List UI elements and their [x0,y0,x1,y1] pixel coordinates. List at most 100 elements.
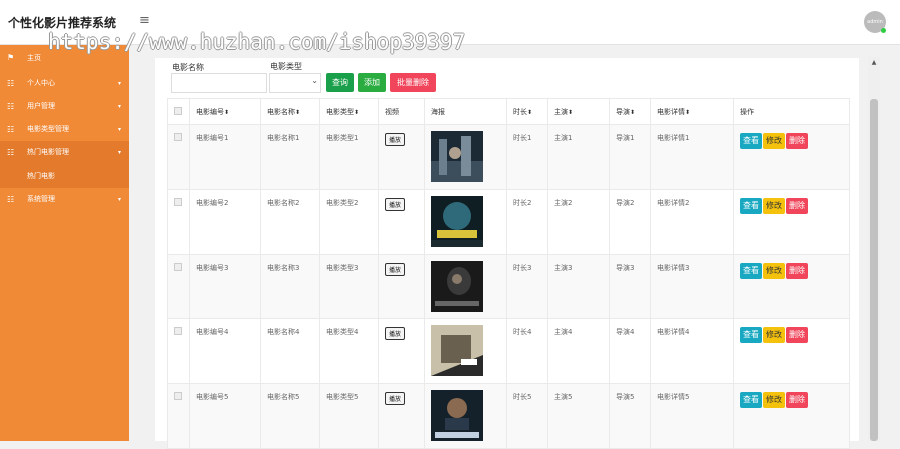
view-button[interactable]: 查看 [740,392,762,409]
chevron-down-icon: ▾ [117,126,121,133]
sidebar-item-system[interactable]: ☷ 系统管理 ▾ [0,188,129,211]
row-checkbox[interactable] [174,262,182,271]
table-row: 电影编号2 电影名称2 电影类型2 播放 时长2 主演2 导演2 电影详情2 查… [167,188,850,255]
scroll-up-arrow-icon[interactable]: ▲ [868,59,880,66]
sort-icon: ⬍ [568,108,574,116]
sidebar-item-home[interactable]: ⚑ 主页 [0,48,129,68]
menu-toggle-icon[interactable]: ≡ [139,13,150,28]
view-button[interactable]: 查看 [740,133,762,149]
chevron-down-icon: ⌄ [311,76,318,85]
top-bar: 个性化影片推荐系统 ≡ admin [0,0,900,45]
table-row: 电影编号4 电影名称4 电影类型4 播放 时长4 主演4 导演4 电影详情4 查… [167,318,850,385]
column-header[interactable]: 导演⬍ [609,98,651,125]
movie-type-label: 电影类型 [270,62,302,71]
cell-actor: 主演2 [547,188,610,255]
movie-poster-image [431,260,483,312]
cell-type: 电影类型2 [319,188,379,255]
list-icon: ☷ [7,79,15,88]
select-all-checkbox[interactable] [174,106,182,115]
online-status-dot [881,28,886,33]
column-header[interactable]: 电影类型⬍ [319,98,379,125]
table-row: 电影编号3 电影名称3 电影类型3 播放 时长3 主演3 导演3 电影详情3 查… [167,253,850,320]
sidebar-item-label: 热门电影管理 [27,148,69,156]
edit-button[interactable]: 修改 [763,133,785,149]
cell-actor: 主演4 [547,318,610,385]
sidebar-item-label: 用户管理 [27,102,55,110]
column-header[interactable]: 时长⬍ [506,98,548,125]
delete-button[interactable]: 删除 [786,327,808,344]
sidebar-item-users[interactable]: ☷ 用户管理 ▾ [0,95,129,118]
cell-actor: 主演3 [547,253,610,320]
row-checkbox[interactable] [174,327,182,336]
movie-poster-image [431,195,483,247]
play-button[interactable]: 播放 [385,392,406,406]
play-button[interactable]: 播放 [385,133,406,146]
delete-button[interactable]: 删除 [786,262,808,279]
search-button[interactable]: 查询 [326,73,354,92]
cell-detail: 电影详情5 [650,383,734,449]
movie-poster-image [431,131,483,182]
column-header[interactable]: 主演⬍ [547,98,610,125]
row-checkbox[interactable] [174,392,182,401]
delete-button[interactable]: 删除 [786,392,808,409]
app-title: 个性化影片推荐系统 [8,16,117,30]
row-checkbox[interactable] [174,197,182,206]
cell-detail: 电影详情3 [650,253,734,320]
cell-name: 电影名称1 [260,124,320,190]
play-button[interactable]: 播放 [385,327,406,341]
sidebar-item-label: 电影类型管理 [27,125,69,133]
view-button[interactable]: 查看 [740,197,762,214]
delete-button[interactable]: 删除 [786,197,808,214]
cell-name: 电影名称5 [260,383,320,449]
edit-button[interactable]: 修改 [763,392,785,409]
cell-duration: 时长1 [506,124,548,190]
movie-poster-image [431,325,483,377]
cell-duration: 时长5 [506,383,548,449]
cell-actor: 主演1 [547,124,610,190]
edit-button[interactable]: 修改 [763,327,785,344]
sidebar-item-profile[interactable]: ☷ 个人中心 ▾ [0,72,129,95]
cell-detail: 电影详情1 [650,124,734,190]
chevron-down-icon: ▾ [117,103,121,110]
scrollbar-thumb[interactable] [870,99,878,441]
edit-button[interactable]: 修改 [763,262,785,279]
column-header[interactable]: 电影详情⬍ [650,98,734,125]
table-row: 电影编号5 电影名称5 电影类型5 播放 时长5 主演5 导演5 电影详情5 查… [167,383,850,449]
movie-type-select[interactable]: ⌄ [269,73,321,93]
cell-id: 电影编号5 [189,383,261,449]
sidebar-item-hot-movies[interactable]: ☷ 热门电影管理 ▾ [0,141,129,164]
sidebar-subitem-hot-movie[interactable]: 热门电影 [0,164,129,188]
column-header[interactable]: 电影编号⬍ [189,98,261,125]
row-checkbox[interactable] [174,133,182,141]
movie-name-input[interactable] [171,73,267,93]
list-icon: ☷ [7,102,15,111]
sidebar-item-movie-types[interactable]: ☷ 电影类型管理 ▾ [0,118,129,141]
cell-duration: 时长3 [506,253,548,320]
add-button[interactable]: 添加 [358,73,386,92]
cell-director: 导演3 [609,253,651,320]
movie-poster-image [431,390,483,442]
edit-button[interactable]: 修改 [763,197,785,214]
sort-icon: ⬍ [685,108,691,116]
play-button[interactable]: 播放 [385,197,406,211]
column-header[interactable]: 电影名称⬍ [260,98,320,125]
column-header: 海报 [424,98,507,125]
cell-type: 电影类型1 [319,124,379,190]
list-icon: ☷ [7,195,15,204]
cell-id: 电影编号4 [189,318,261,385]
scrollbar[interactable]: ▲ [868,57,880,441]
delete-button[interactable]: 删除 [786,133,808,149]
batch-delete-button[interactable]: 批量删除 [390,73,436,92]
view-button[interactable]: 查看 [740,262,762,279]
sort-icon: ⬍ [224,108,230,116]
view-button[interactable]: 查看 [740,327,762,344]
list-icon: ☷ [7,148,15,157]
cell-type: 电影类型3 [319,253,379,320]
sidebar-item-label: 系统管理 [27,195,55,203]
table-row: 电影编号1 电影名称1 电影类型1 播放 时长1 主演1 导演1 电影详情1 查… [167,124,850,190]
sort-icon: ⬍ [354,108,360,116]
play-button[interactable]: 播放 [385,262,406,276]
column-header: 视频 [378,98,425,125]
cell-actor: 主演5 [547,383,610,449]
cell-detail: 电影详情4 [650,318,734,385]
